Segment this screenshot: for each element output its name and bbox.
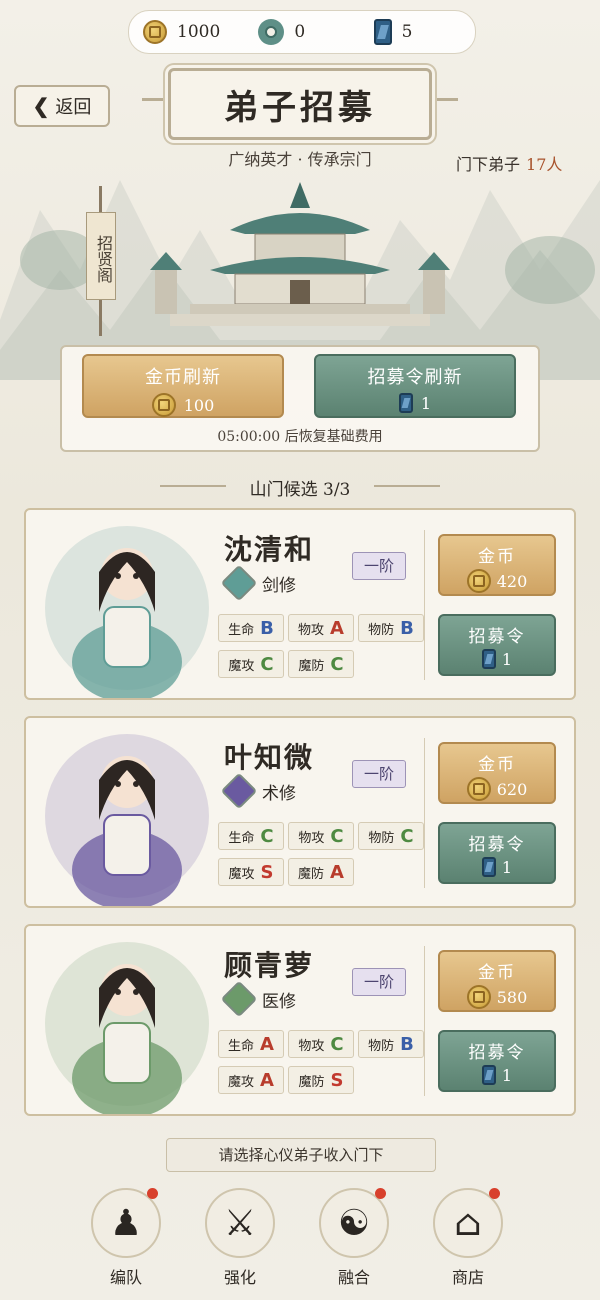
stat-pdef: 物防 C xyxy=(358,822,424,850)
hero-rank-badge: 一阶 xyxy=(352,760,406,788)
stat-hp: 生命 B xyxy=(218,614,284,642)
token-icon xyxy=(481,649,496,669)
stat-patk: 物攻 A xyxy=(288,614,354,642)
hero-class: 术修 xyxy=(220,772,296,810)
coin-icon xyxy=(143,20,167,44)
stat-patk: 物攻 C xyxy=(288,822,354,850)
sword-icon: ⚔ xyxy=(223,1202,257,1244)
hero-rank-badge: 一阶 xyxy=(352,552,406,580)
recruit-coin-button[interactable]: 金币 580 xyxy=(438,950,556,1012)
card-divider xyxy=(424,530,425,680)
recruit-token-button[interactable]: 招募令 1 xyxy=(438,614,556,676)
spell-icon xyxy=(220,772,258,810)
hero-portrait xyxy=(45,942,209,1114)
hero-name: 沈清和 xyxy=(224,533,315,566)
stat-mdef: 魔防 A xyxy=(288,858,354,886)
token-currency: 5 xyxy=(360,19,475,45)
token-icon xyxy=(398,393,413,413)
gold-refresh-button[interactable]: 金币刷新 100 xyxy=(82,354,284,418)
recruit-coin-button[interactable]: 金币 620 xyxy=(438,742,556,804)
coin-icon xyxy=(466,569,491,593)
stat-mdef: 魔防 S xyxy=(288,1066,354,1094)
team-icon: ♟ xyxy=(109,1202,143,1244)
stat-patk: 物攻 C xyxy=(288,1030,354,1058)
hero-portrait xyxy=(45,734,209,906)
token-icon xyxy=(481,857,496,877)
hero-class: 医修 xyxy=(220,980,296,1018)
stat-hp: 生命 A xyxy=(218,1030,284,1058)
pavilion-illustration xyxy=(150,182,450,326)
selection-hint: 请选择心仪弟子收入门下 xyxy=(166,1138,436,1172)
title-ornament-right xyxy=(432,98,458,101)
recruit-coin-button[interactable]: 金币 420 xyxy=(438,534,556,596)
stat-matk: 魔攻 S xyxy=(218,858,284,886)
token-icon xyxy=(373,19,392,45)
sword-icon xyxy=(220,564,258,602)
card-divider xyxy=(424,946,425,1096)
stat-hp: 生命 C xyxy=(218,822,284,850)
page-subtitle: 广纳英才 · 传承宗门 xyxy=(228,150,372,169)
nav-label: 强化 xyxy=(223,1268,256,1287)
hero-name: 顾青萝 xyxy=(224,949,315,982)
nav-label: 融合 xyxy=(337,1268,370,1287)
coin-icon xyxy=(151,393,176,417)
hero-name: 叶知微 xyxy=(224,741,315,774)
stat-matk: 魔攻 A xyxy=(218,1066,284,1094)
token-icon xyxy=(481,1065,496,1085)
recruit-token-button[interactable]: 招募令 1 xyxy=(438,1030,556,1092)
shop-icon: ⌂ xyxy=(454,1202,482,1244)
notification-badge xyxy=(147,1188,158,1199)
disciple-count: 门下弟子 17人 xyxy=(456,155,563,174)
herb-icon xyxy=(220,980,258,1018)
page-title: 弟子招募 xyxy=(168,68,432,140)
recruit-hall-banner: 招贤阁 xyxy=(86,212,116,300)
hero-class: 剑修 xyxy=(220,564,296,602)
nav-sword[interactable]: ⚔ 强化 xyxy=(200,1188,280,1288)
refresh-timer: 05:00:00 后恢复基础费用 xyxy=(217,429,383,445)
title-ornament-left xyxy=(142,98,168,101)
hero-rank-badge: 一阶 xyxy=(352,968,406,996)
notification-badge xyxy=(375,1188,386,1199)
stat-matk: 魔攻 C xyxy=(218,650,284,678)
card-divider xyxy=(424,738,425,888)
recruit-token-button[interactable]: 招募令 1 xyxy=(438,822,556,884)
candidates-header: 山门候选 3/3 xyxy=(249,480,351,500)
nav-shop[interactable]: ⌂ 商店 xyxy=(428,1188,508,1288)
nav-team[interactable]: ♟ 编队 xyxy=(86,1188,166,1288)
stat-mdef: 魔防 C xyxy=(288,650,354,678)
stat-pdef: 物防 B xyxy=(358,1030,424,1058)
back-button[interactable]: ❮ 返回 xyxy=(14,85,110,127)
nav-label: 商店 xyxy=(451,1268,484,1287)
nav-yinyang[interactable]: ☯ 融合 xyxy=(314,1188,394,1288)
jade-icon xyxy=(258,19,285,45)
coin-icon xyxy=(466,985,491,1009)
coin-currency: 1000 xyxy=(129,20,244,44)
hero-portrait xyxy=(45,526,209,698)
currency-bar: 1000 0 5 xyxy=(128,10,476,54)
jade-currency: 0 xyxy=(244,19,359,45)
stat-pdef: 物防 B xyxy=(358,614,424,642)
coin-icon xyxy=(466,777,491,801)
token-refresh-button[interactable]: 招募令刷新 1 xyxy=(314,354,516,418)
notification-badge xyxy=(489,1188,500,1199)
yinyang-icon: ☯ xyxy=(337,1202,371,1244)
nav-label: 编队 xyxy=(109,1268,142,1287)
back-arrow-icon: ❮ xyxy=(32,94,50,118)
